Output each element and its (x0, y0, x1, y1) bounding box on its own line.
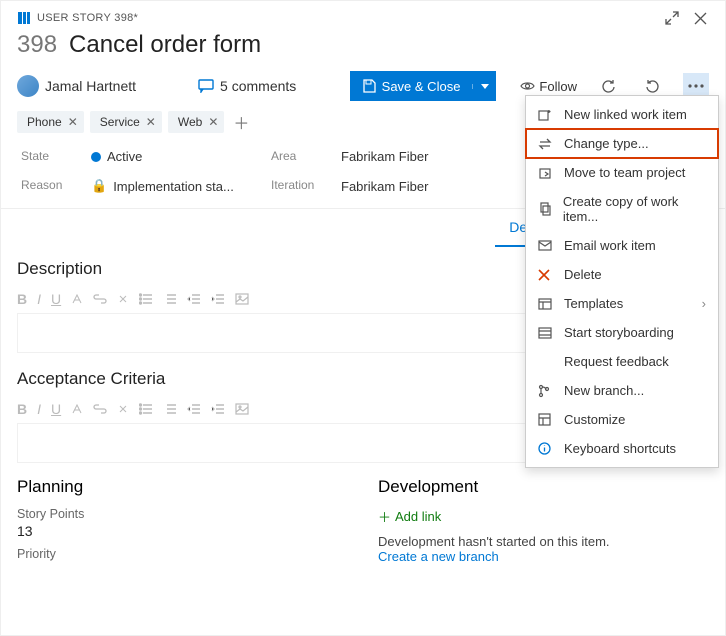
copy-icon (538, 202, 553, 216)
bold-button[interactable]: B (17, 401, 27, 417)
number-list-button[interactable] (163, 403, 177, 415)
close-icon[interactable] (691, 9, 709, 27)
tag-web[interactable]: Web✕ (168, 111, 225, 133)
menu-storyboard[interactable]: Start storyboarding (526, 318, 718, 347)
info-icon (538, 442, 554, 455)
plus-icon: ＋ (378, 507, 391, 526)
tag-service[interactable]: Service✕ (90, 111, 162, 133)
font-button[interactable] (71, 403, 83, 415)
iteration-value[interactable]: Fabrikam Fiber (341, 178, 541, 194)
tag-remove-icon[interactable]: ✕ (146, 115, 156, 129)
expand-icon[interactable] (663, 9, 681, 27)
priority-label: Priority (17, 547, 348, 561)
new-linked-icon (538, 108, 554, 122)
development-title: Development (378, 477, 709, 497)
lock-icon: 🔒 (91, 178, 107, 194)
delete-icon (538, 269, 554, 281)
planning-title: Planning (17, 477, 348, 497)
comments-icon (198, 79, 214, 93)
indent-button[interactable] (211, 403, 225, 415)
underline-button[interactable]: U (51, 291, 61, 307)
tag-remove-icon[interactable]: ✕ (68, 115, 78, 129)
menu-customize[interactable]: Customize (526, 405, 718, 434)
state-value[interactable]: Active (91, 149, 261, 164)
menu-shortcuts[interactable]: Keyboard shortcuts (526, 434, 718, 463)
outdent-button[interactable] (187, 403, 201, 415)
menu-delete[interactable]: Delete (526, 260, 718, 289)
assignee-name: Jamal Hartnett (45, 78, 136, 94)
development-text: Development hasn't started on this item. (378, 534, 709, 549)
comments-count: 5 comments (220, 78, 296, 94)
avatar (17, 75, 39, 97)
bullet-list-button[interactable] (139, 293, 153, 305)
image-button[interactable] (235, 293, 249, 305)
title-row: 398 Cancel order form (1, 27, 725, 71)
templates-icon (538, 298, 554, 310)
area-value[interactable]: Fabrikam Fiber (341, 149, 541, 164)
create-branch-link[interactable]: Create a new branch (378, 549, 709, 564)
menu-new-linked[interactable]: New linked work item (526, 100, 718, 129)
clear-format-button[interactable] (117, 403, 129, 415)
iteration-label: Iteration (271, 178, 331, 194)
menu-new-branch[interactable]: New branch... (526, 376, 718, 405)
follow-label: Follow (539, 79, 577, 94)
italic-button[interactable]: I (37, 401, 41, 417)
story-points-value[interactable]: 13 (17, 523, 348, 539)
menu-create-copy[interactable]: Create copy of work item... (526, 187, 718, 231)
work-item-type-icon (17, 11, 31, 25)
number-list-button[interactable] (163, 293, 177, 305)
follow-icon (520, 81, 535, 91)
menu-templates[interactable]: Templates › (526, 289, 718, 318)
story-points-label: Story Points (17, 507, 348, 521)
font-button[interactable] (71, 293, 83, 305)
bullet-list-button[interactable] (139, 403, 153, 415)
menu-change-type[interactable]: Change type... (526, 129, 718, 158)
save-and-close-button[interactable]: Save & Close (350, 71, 497, 101)
add-tag-button[interactable]: ＋ (230, 111, 252, 133)
work-item-id: 398 (17, 31, 57, 59)
move-icon (538, 166, 554, 180)
state-dot-icon (91, 152, 101, 162)
reason-value[interactable]: 🔒Implementation sta... (91, 178, 261, 194)
menu-email[interactable]: Email work item (526, 231, 718, 260)
area-label: Area (271, 149, 331, 164)
outdent-button[interactable] (187, 293, 201, 305)
link-button[interactable] (93, 404, 107, 414)
tag-remove-icon[interactable]: ✕ (208, 115, 218, 129)
tag-phone[interactable]: Phone✕ (17, 111, 84, 133)
follow-button[interactable]: Follow (520, 79, 577, 94)
assignee[interactable]: Jamal Hartnett (17, 75, 136, 97)
add-link-button[interactable]: ＋ Add link (378, 507, 709, 526)
menu-feedback[interactable]: Request feedback (526, 347, 718, 376)
clear-format-button[interactable] (117, 293, 129, 305)
header-topline: USER STORY 398* (17, 9, 709, 27)
planning-section: Planning Story Points 13 Priority (17, 477, 348, 564)
save-icon (362, 79, 376, 93)
branch-icon (538, 384, 554, 398)
email-icon (538, 240, 554, 251)
more-actions-menu: New linked work item Change type... Move… (525, 95, 719, 468)
work-item-title[interactable]: Cancel order form (69, 31, 261, 59)
save-label: Save & Close (382, 79, 461, 94)
comments-link[interactable]: 5 comments (198, 78, 296, 94)
chevron-right-icon: › (702, 296, 706, 311)
storyboard-icon (538, 327, 554, 339)
image-button[interactable] (235, 403, 249, 415)
link-button[interactable] (93, 294, 107, 304)
underline-button[interactable]: U (51, 401, 61, 417)
state-label: State (21, 149, 81, 164)
type-label: USER STORY 398* (37, 12, 138, 24)
menu-move-team[interactable]: Move to team project (526, 158, 718, 187)
development-section: Development ＋ Add link Development hasn'… (378, 477, 709, 564)
reason-label: Reason (21, 178, 81, 194)
indent-button[interactable] (211, 293, 225, 305)
italic-button[interactable]: I (37, 291, 41, 307)
save-split-button[interactable] (472, 84, 496, 89)
customize-icon (538, 413, 554, 426)
change-type-icon (538, 138, 554, 150)
bold-button[interactable]: B (17, 291, 27, 307)
